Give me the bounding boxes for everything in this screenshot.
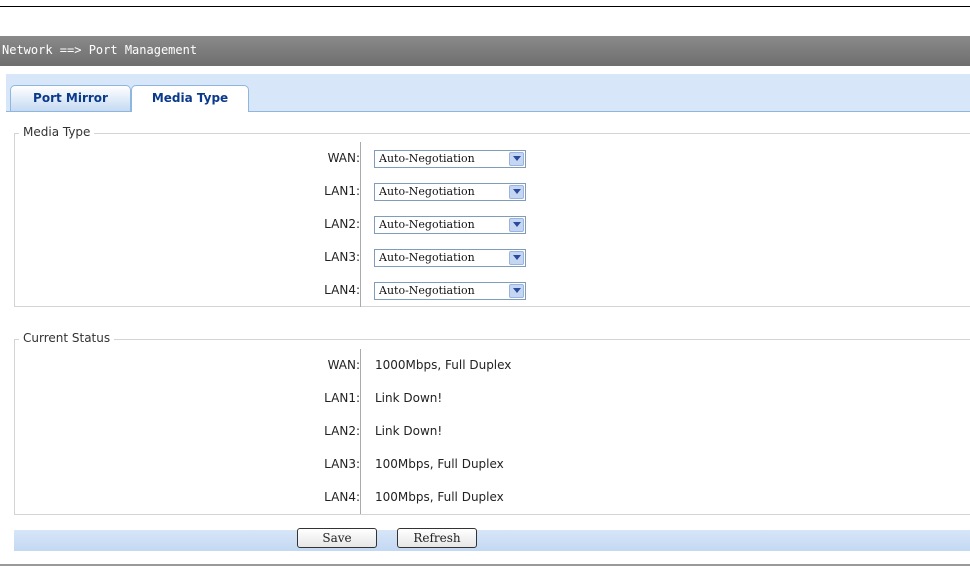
status-row-wan: WAN: 1000Mbps, Full Duplex <box>15 349 970 382</box>
tab-strip: Port Mirror Media Type <box>6 74 970 112</box>
wan-media-select[interactable]: Auto-Negotiation <box>374 150 526 168</box>
row-divider <box>360 448 361 481</box>
breadcrumb: Network ==> Port Management <box>2 43 198 57</box>
select-value: Auto-Negotiation <box>379 152 475 165</box>
select-value: Auto-Negotiation <box>379 218 475 231</box>
row-divider <box>360 274 361 307</box>
lan4-media-select[interactable]: Auto-Negotiation <box>374 282 526 300</box>
lan3-media-select[interactable]: Auto-Negotiation <box>374 249 526 267</box>
current-status-section: Current Status WAN: 1000Mbps, Full Duple… <box>14 331 970 515</box>
select-value: Auto-Negotiation <box>379 251 475 264</box>
bottom-border-line <box>0 564 970 566</box>
row-divider <box>360 415 361 448</box>
status-value-lan3: 100Mbps, Full Duplex <box>375 457 504 471</box>
media-label-lan1: LAN1: <box>324 184 360 198</box>
media-type-section: Media Type WAN: Auto-Negotiation LAN1: A… <box>14 125 970 307</box>
status-label-lan3: LAN3: <box>324 457 360 471</box>
status-value-lan2: Link Down! <box>375 424 443 438</box>
chevron-down-icon[interactable] <box>509 251 524 265</box>
media-row-wan: WAN: Auto-Negotiation <box>15 142 970 175</box>
media-type-legend: Media Type <box>19 125 95 139</box>
chevron-down-icon[interactable] <box>509 152 524 166</box>
media-row-lan1: LAN1: Auto-Negotiation <box>15 175 970 208</box>
tab-media-type[interactable]: Media Type <box>131 85 249 112</box>
status-row-lan2: LAN2: Link Down! <box>15 415 970 448</box>
status-row-lan1: LAN1: Link Down! <box>15 382 970 415</box>
status-row-lan4: LAN4: 100Mbps, Full Duplex <box>15 481 970 514</box>
select-value: Auto-Negotiation <box>379 185 475 198</box>
lan2-media-select[interactable]: Auto-Negotiation <box>374 216 526 234</box>
media-row-lan2: LAN2: Auto-Negotiation <box>15 208 970 241</box>
tab-port-mirror[interactable]: Port Mirror <box>10 85 131 111</box>
row-divider <box>360 349 361 382</box>
lan1-media-select[interactable]: Auto-Negotiation <box>374 183 526 201</box>
row-divider <box>360 382 361 415</box>
status-label-wan: WAN: <box>327 358 360 372</box>
status-label-lan4: LAN4: <box>324 490 360 504</box>
media-label-wan: WAN: <box>327 151 360 165</box>
chevron-down-icon[interactable] <box>509 185 524 199</box>
chevron-down-icon[interactable] <box>509 284 524 298</box>
row-divider <box>360 142 361 175</box>
row-divider <box>360 481 361 514</box>
current-status-legend: Current Status <box>19 331 115 345</box>
status-row-lan3: LAN3: 100Mbps, Full Duplex <box>15 448 970 481</box>
status-label-lan2: LAN2: <box>324 424 360 438</box>
media-label-lan4: LAN4: <box>324 283 360 297</box>
row-divider <box>360 175 361 208</box>
media-label-lan2: LAN2: <box>324 217 360 231</box>
media-row-lan3: LAN3: Auto-Negotiation <box>15 241 970 274</box>
breadcrumb-bar: Network ==> Port Management <box>0 36 970 66</box>
save-button[interactable]: Save <box>297 528 377 548</box>
refresh-button[interactable]: Refresh <box>397 528 477 548</box>
status-label-lan1: LAN1: <box>324 391 360 405</box>
row-divider <box>360 241 361 274</box>
media-row-lan4: LAN4: Auto-Negotiation <box>15 274 970 307</box>
status-value-wan: 1000Mbps, Full Duplex <box>375 358 512 372</box>
status-value-lan4: 100Mbps, Full Duplex <box>375 490 504 504</box>
chevron-down-icon[interactable] <box>509 218 524 232</box>
button-bar <box>14 530 970 551</box>
media-label-lan3: LAN3: <box>324 250 360 264</box>
row-divider <box>360 208 361 241</box>
status-value-lan1: Link Down! <box>375 391 443 405</box>
top-border-line <box>0 6 970 7</box>
select-value: Auto-Negotiation <box>379 284 475 297</box>
